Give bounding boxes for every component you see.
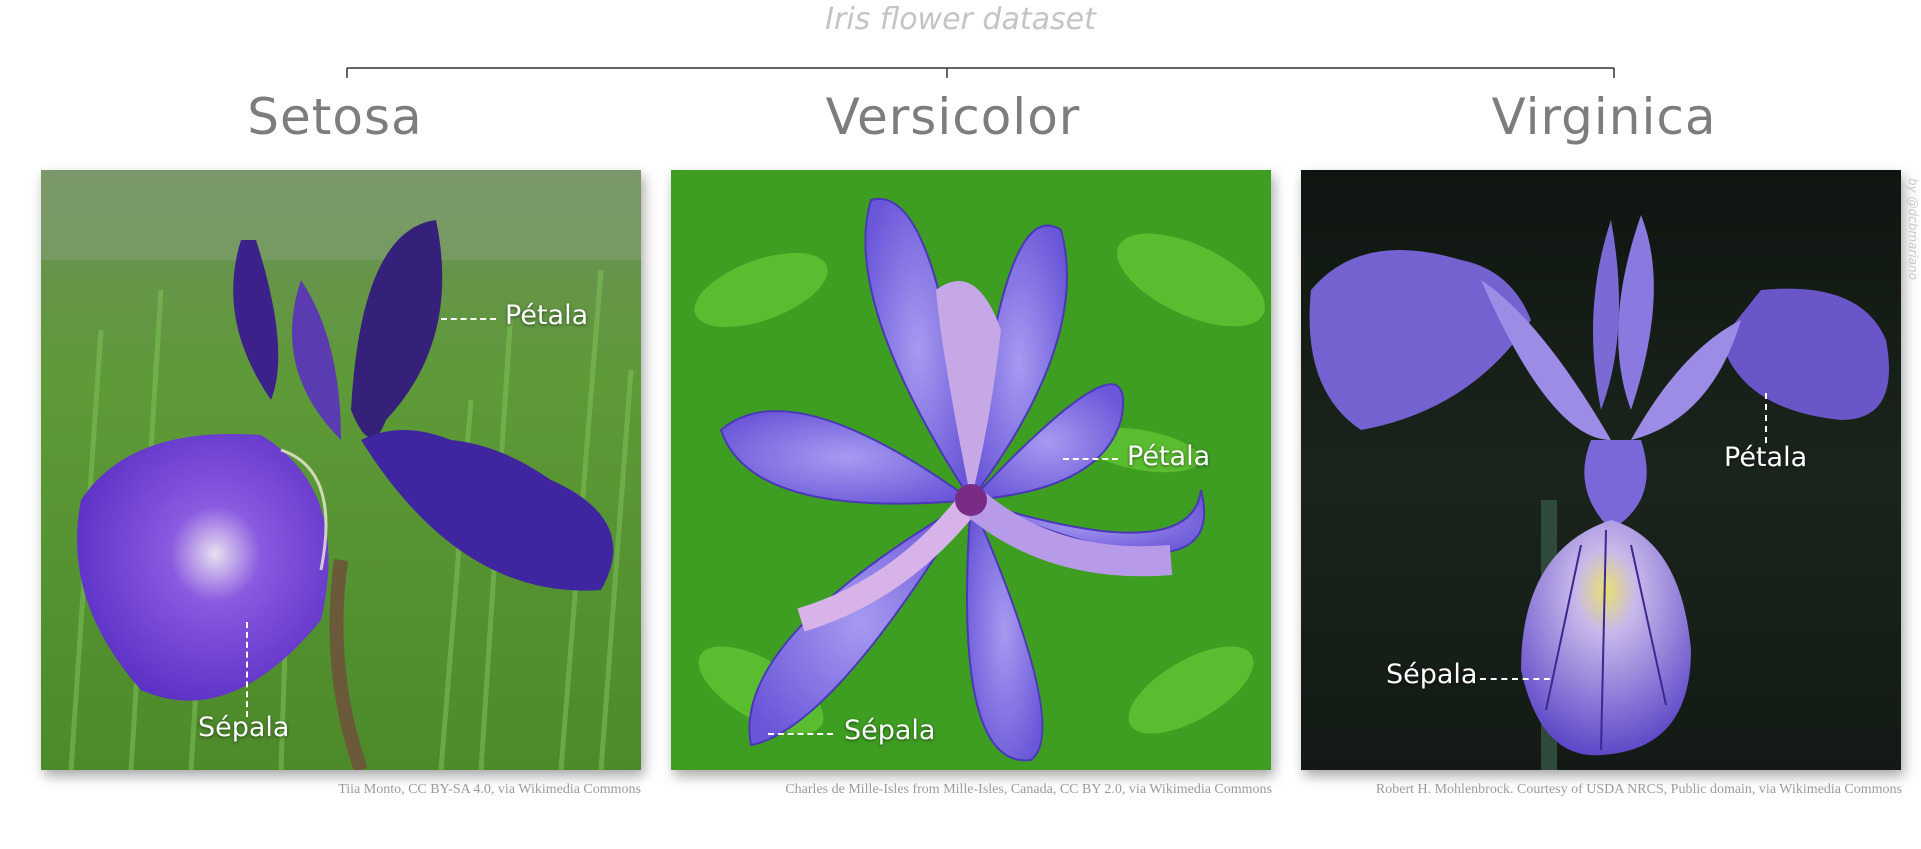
- setosa-photo-credit: Tiia Monto, CC BY-SA 4.0, via Wikimedia …: [338, 782, 641, 797]
- setosa-sepal-leader: [246, 622, 248, 717]
- virginica-photo-credit: Robert H. Mohlenbrock. Courtesy of USDA …: [1375, 782, 1902, 797]
- species-title-versicolor: Versicolor: [825, 88, 1081, 146]
- versicolor-photo-credit: Charles de Mille-Isles from Mille-Isles,…: [785, 782, 1272, 797]
- setosa-petal-leader: [441, 318, 496, 320]
- virginica-petal-leader: [1765, 393, 1767, 443]
- setosa-photo: [41, 170, 641, 770]
- virginica-sepal-leader: [1480, 678, 1550, 680]
- versicolor-petal-label: Pétala: [1127, 441, 1211, 472]
- virginica-petal-label: Pétala: [1724, 442, 1808, 473]
- versicolor-sepal-label: Sépala: [844, 715, 936, 746]
- species-title-setosa: Setosa: [247, 88, 423, 146]
- taxonomy-bracket: [346, 67, 1615, 78]
- setosa-sepal-label: Sépala: [198, 712, 290, 743]
- species-title-virginica: Virginica: [1491, 88, 1717, 146]
- setosa-petal-label: Pétala: [505, 300, 589, 331]
- virginica-sepal-label: Sépala: [1386, 659, 1478, 690]
- author-watermark: by @dcbmariano: [1906, 178, 1920, 280]
- versicolor-petal-leader: [1063, 458, 1118, 460]
- versicolor-sepal-leader: [768, 733, 833, 735]
